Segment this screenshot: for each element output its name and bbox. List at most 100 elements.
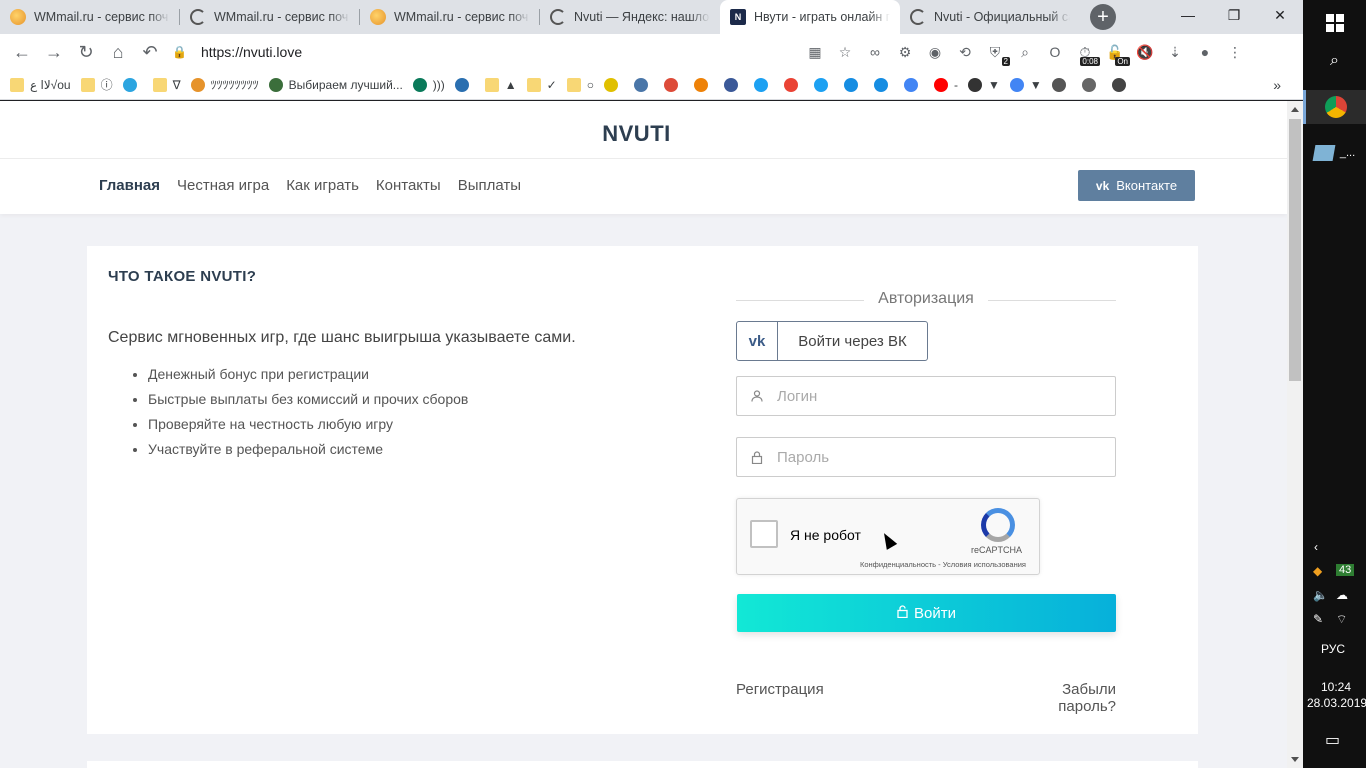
back-button[interactable]: ← <box>6 36 38 68</box>
clock-date[interactable]: 28.03.2019 <box>1307 696 1366 710</box>
bookmark-item[interactable] <box>693 77 714 92</box>
avatar-icon[interactable]: ● <box>1190 37 1220 67</box>
menu-item-fair-game[interactable]: Честная игра <box>177 177 269 194</box>
browser-tab[interactable]: WMmail.ru - сервис поч <box>180 0 360 34</box>
vk-community-button[interactable]: vk Вконтакте <box>1078 170 1195 201</box>
bookmark-item[interactable] <box>813 77 834 92</box>
bookmark-item[interactable] <box>843 77 864 92</box>
bookmark-item[interactable]: ∇ <box>152 77 181 92</box>
link-icon[interactable]: ⚙ <box>890 37 920 67</box>
search-ext-icon[interactable]: ⌕ <box>1010 37 1040 67</box>
infinity-icon[interactable]: ∞ <box>860 37 890 67</box>
browser-tab[interactable]: Nvuti — Яндекс: нашлос <box>540 0 720 34</box>
start-button[interactable] <box>1303 8 1366 38</box>
bookmark-item[interactable] <box>633 77 654 92</box>
browser-tab[interactable]: Nvuti - Официальный са <box>900 0 1080 34</box>
browser-tab[interactable]: WMmail.ru - сервис поч <box>0 0 180 34</box>
bookmark-item[interactable] <box>1111 77 1132 92</box>
bookmark-item[interactable]: ▲ <box>484 77 517 92</box>
bookmark-item[interactable] <box>603 77 624 92</box>
password-field[interactable] <box>736 437 1116 477</box>
bookmark-item[interactable]: ﾂﾂﾂﾂﾂﾂﾂﾂ <box>190 76 259 93</box>
app-tray-icon[interactable]: ◆ <box>1313 564 1322 578</box>
scrollbar-thumb[interactable] <box>1289 119 1301 381</box>
timer-icon[interactable]: ⏱ 0:08 <box>1070 37 1100 67</box>
bookmark-item[interactable]: ✓ <box>526 77 557 92</box>
forward-button[interactable]: → <box>38 36 70 68</box>
undo-button[interactable]: ↶ <box>134 36 166 68</box>
vk-login-button[interactable]: vk Войти через ВК <box>736 321 928 361</box>
speed-icon <box>1111 77 1126 92</box>
bookmark-item[interactable] <box>873 77 894 92</box>
bookmark-item[interactable] <box>903 77 924 92</box>
menu-item-how-to-play[interactable]: Как играть <box>286 177 359 194</box>
bookmark-item[interactable] <box>1081 77 1102 92</box>
cloud-icon[interactable]: ☁ <box>1336 588 1348 602</box>
minimize-button[interactable]: — <box>1165 0 1211 30</box>
address-bar[interactable]: 🔒 https://nvuti.love <box>172 38 862 66</box>
bookmark-item[interactable] <box>783 77 804 92</box>
bookmark-item[interactable]: ))) <box>412 77 445 92</box>
twitter-icon <box>813 77 828 92</box>
vpn-icon[interactable]: 🔓 On <box>1100 37 1130 67</box>
notes-icon[interactable]: ✎ <box>1313 612 1323 626</box>
google-plus-icon <box>663 77 678 92</box>
star-icon[interactable]: ☆ <box>830 37 860 67</box>
browser-tab-active[interactable]: N Нвути - играть онлайн п <box>720 0 900 34</box>
bookmark-item[interactable]: ○ <box>566 77 594 92</box>
steam-icon[interactable]: ◉ <box>920 37 950 67</box>
bookmark-item[interactable] <box>753 77 774 92</box>
search-icon[interactable]: ⌕ <box>1303 46 1366 76</box>
history-icon[interactable]: ⟲ <box>950 37 980 67</box>
chrome-taskbar-icon[interactable] <box>1303 90 1366 124</box>
login-field[interactable] <box>736 376 1116 416</box>
page-scrollbar[interactable] <box>1287 101 1303 768</box>
bookmark-item[interactable]: ⓘ <box>80 76 113 93</box>
menu-item-contacts[interactable]: Контакты <box>376 177 441 194</box>
site-logo[interactable]: NVUTI <box>0 121 1273 147</box>
app-taskbar-icon[interactable]: _... <box>1303 136 1366 170</box>
bookmark-item[interactable]: ▼ <box>967 77 1000 92</box>
chevron-left-icon[interactable]: ‹ <box>1314 540 1318 554</box>
mute-icon[interactable]: 🔇 <box>1130 37 1160 67</box>
opera-icon[interactable]: O <box>1040 37 1070 67</box>
volume-icon[interactable]: 🔈 <box>1313 588 1328 602</box>
notifications-icon[interactable]: ▭ <box>1325 730 1340 750</box>
bookmark-item[interactable] <box>1051 77 1072 92</box>
shield-icon[interactable]: ⛨ 2 <box>980 37 1010 67</box>
feature-list: Денежный бонус при регистрации Быстрые в… <box>148 366 468 466</box>
menu-item-home[interactable]: Главная <box>99 177 160 194</box>
wifi-icon[interactable]: ⌔ <box>1336 612 1347 627</box>
bookmark-item[interactable]: ▼ <box>1009 77 1042 92</box>
bookmark-item[interactable] <box>723 77 744 92</box>
login-input[interactable] <box>777 387 1115 405</box>
bookmark-item[interactable]: ﻻﺍ ع√ou <box>10 77 71 92</box>
browser-tab[interactable]: WMmail.ru - сервис поч <box>360 0 540 34</box>
bookmark-item[interactable] <box>122 77 143 92</box>
restore-button[interactable]: ❐ <box>1211 0 1257 30</box>
menu-item-payouts[interactable]: Выплаты <box>458 177 521 194</box>
bookmarks-overflow-icon[interactable]: » <box>1273 77 1281 93</box>
new-tab-button[interactable]: + <box>1090 4 1116 30</box>
qr-icon[interactable]: ▦ <box>800 37 830 67</box>
clock-time[interactable]: 10:24 <box>1321 680 1351 694</box>
password-input[interactable] <box>777 448 1115 466</box>
bookmark-item[interactable] <box>663 77 684 92</box>
language-indicator[interactable]: РУС <box>1321 642 1345 656</box>
download-icon[interactable]: ⇣ <box>1160 37 1190 67</box>
bookmark-item[interactable]: - <box>933 77 958 92</box>
close-window-button[interactable]: ✕ <box>1257 0 1303 30</box>
home-button[interactable]: ⌂ <box>102 36 134 68</box>
register-link[interactable]: Регистрация <box>736 681 824 698</box>
scroll-up-icon[interactable] <box>1291 107 1299 112</box>
recaptcha-terms[interactable]: Конфиденциальность - Условия использован… <box>860 560 1026 569</box>
bookmark-label: Выбираем лучший... <box>288 77 403 92</box>
menu-icon[interactable]: ⋮ <box>1220 37 1250 67</box>
recaptcha-checkbox[interactable] <box>750 520 778 548</box>
scroll-down-icon[interactable] <box>1291 757 1299 762</box>
forgot-password-link[interactable]: Забыли пароль? <box>1003 681 1116 715</box>
login-submit-button[interactable]: Войти <box>737 594 1116 632</box>
reload-button[interactable]: ↻ <box>70 36 102 68</box>
bookmark-item[interactable]: Выбираем лучший... <box>268 77 403 92</box>
bookmark-item[interactable] <box>454 77 475 92</box>
